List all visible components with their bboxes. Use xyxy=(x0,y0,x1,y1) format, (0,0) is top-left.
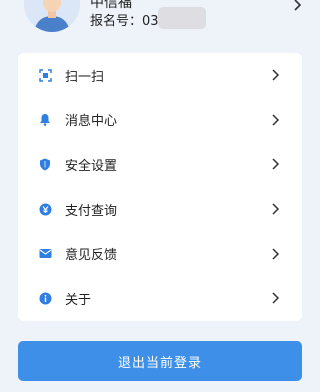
profile-page: 中信福 报名号：03 扫一扫 消息中心 安全设置 支付查询 意见反馈 关于 退出… xyxy=(0,0,320,392)
menu-item-about[interactable]: 关于 xyxy=(18,276,302,321)
yen-icon xyxy=(38,202,52,216)
menu-item-label: 支付查询 xyxy=(65,203,118,219)
chevron-right-icon xyxy=(271,158,280,171)
menu-card: 扫一扫 消息中心 安全设置 支付查询 意见反馈 关于 xyxy=(18,53,302,321)
chevron-right-icon xyxy=(271,292,280,304)
registration-number: 报名号：03 xyxy=(90,14,159,29)
info-icon xyxy=(38,291,52,305)
privacy-mask xyxy=(158,7,206,29)
mail-icon xyxy=(38,247,52,261)
bell-icon xyxy=(38,113,52,127)
menu-item-payment[interactable]: 支付查询 xyxy=(18,187,302,232)
shield-icon xyxy=(38,157,52,171)
menu-item-label: 意见反馈 xyxy=(65,248,118,264)
menu-item-messages[interactable]: 消息中心 xyxy=(18,98,302,143)
chevron-right-icon xyxy=(271,69,280,81)
menu-item-feedback[interactable]: 意见反馈 xyxy=(18,231,302,276)
menu-item-label: 扫一扫 xyxy=(65,69,105,85)
menu-item-scan[interactable]: 扫一扫 xyxy=(18,53,302,98)
chevron-right-icon xyxy=(271,114,280,126)
chevron-right-icon xyxy=(293,0,302,15)
menu-item-security[interactable]: 安全设置 xyxy=(18,142,302,187)
menu-item-label: 关于 xyxy=(65,292,92,308)
profile-header[interactable]: 中信福 报名号：03 xyxy=(0,0,320,48)
logout-button[interactable]: 退出当前登录 xyxy=(18,341,302,381)
menu-item-label: 消息中心 xyxy=(65,114,118,130)
scan-icon xyxy=(38,68,52,82)
chevron-right-icon xyxy=(271,248,280,260)
menu-item-label: 安全设置 xyxy=(65,158,118,174)
chevron-right-icon xyxy=(271,203,280,215)
avatar xyxy=(24,0,80,32)
